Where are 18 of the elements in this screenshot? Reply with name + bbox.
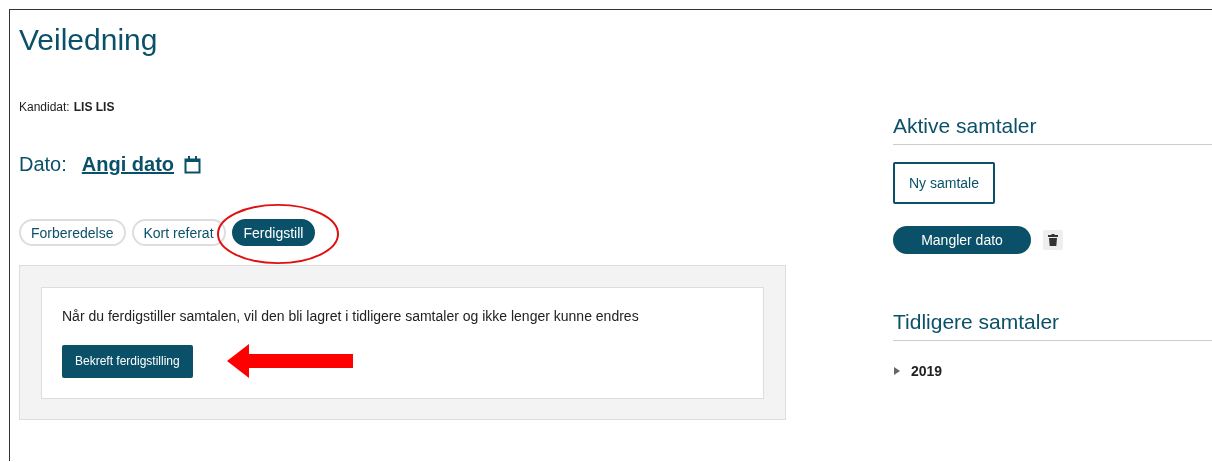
tab[interactable]: Ferdigstill bbox=[231, 219, 316, 246]
conversation-pill[interactable]: Mangler dato bbox=[893, 226, 1031, 254]
section-heading: Tidligere samtaler bbox=[893, 310, 1212, 341]
tab[interactable]: Kort referat bbox=[131, 219, 226, 246]
confirm-button[interactable]: Bekreft ferdigstilling bbox=[62, 344, 193, 378]
candidate-label: Kandidat: bbox=[19, 100, 70, 114]
expand-arrow-icon[interactable] bbox=[893, 366, 901, 376]
candidate-name: LIS LIS bbox=[73, 100, 115, 114]
tab[interactable]: Forberedelse bbox=[19, 219, 126, 246]
year-label[interactable]: 2019 bbox=[911, 363, 943, 379]
new-conversation-button[interactable]: Ny samtale bbox=[893, 162, 996, 204]
confirm-message: Når du ferdigstiller samtalen, vil den bli lagret i tidligere samtaler og ikke lenger kunne endres bbox=[62, 308, 640, 324]
date-link[interactable]: Angi dato bbox=[81, 153, 175, 176]
calendar-icon[interactable] bbox=[184, 155, 202, 174]
section-heading: Aktive samtaler bbox=[893, 114, 1212, 145]
delete-icon[interactable] bbox=[1043, 230, 1063, 250]
date-label: Dato: bbox=[19, 153, 67, 176]
page-title: Veiledning bbox=[19, 22, 159, 58]
